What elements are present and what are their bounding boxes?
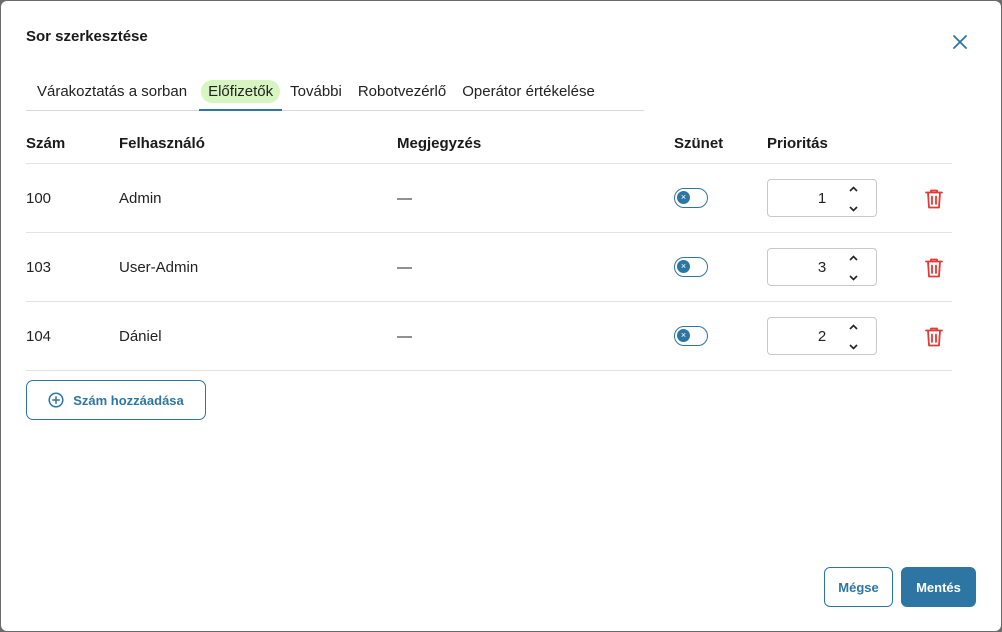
- table-row: 103 User-Admin — × 3: [26, 233, 952, 302]
- table-row: 100 Admin — × 1: [26, 164, 952, 233]
- add-number-button[interactable]: Szám hozzáadása: [26, 380, 206, 420]
- tab-operator-rating[interactable]: Operátor értékelése: [454, 77, 603, 110]
- table-header: Szám Felhasználó Megjegyzés Szünet Prior…: [26, 125, 952, 164]
- tab-robot-control[interactable]: Robotvezérlő: [350, 77, 454, 110]
- chevron-down-icon[interactable]: [848, 206, 858, 212]
- close-button[interactable]: [949, 31, 971, 53]
- trash-icon: [925, 189, 943, 208]
- edit-queue-dialog: Sor szerkesztése Várakoztatás a sorban E…: [1, 1, 1001, 631]
- pause-toggle[interactable]: ×: [674, 326, 708, 346]
- row-number: 104: [26, 327, 52, 345]
- tab-label: Robotvezérlő: [357, 83, 447, 100]
- column-header-note: Megjegyzés: [397, 135, 482, 152]
- save-button[interactable]: Mentés: [901, 567, 976, 607]
- tab-label: Előfizetők: [201, 80, 281, 103]
- subscribers-table: Szám Felhasználó Megjegyzés Szünet Prior…: [26, 125, 952, 371]
- priority-value: 1: [817, 189, 827, 207]
- chevron-down-icon[interactable]: [848, 344, 858, 350]
- chevron-up-icon[interactable]: [848, 324, 858, 330]
- delete-row-button[interactable]: [924, 326, 944, 347]
- stepper-arrows[interactable]: [848, 255, 858, 281]
- row-note: —: [397, 189, 412, 207]
- cancel-button[interactable]: Mégse: [824, 567, 893, 607]
- tab-subscribers[interactable]: Előfizetők: [199, 77, 283, 111]
- row-user: Dániel: [119, 327, 162, 345]
- column-header-user: Felhasználó: [119, 135, 205, 152]
- column-header-priority: Prioritás: [767, 135, 828, 152]
- row-note: —: [397, 327, 412, 345]
- row-user: Admin: [119, 189, 162, 207]
- tab-label: Várakoztatás a sorban: [37, 83, 188, 100]
- pause-toggle[interactable]: ×: [674, 188, 708, 208]
- delete-row-button[interactable]: [924, 188, 944, 209]
- toggle-off-icon: ×: [677, 191, 690, 204]
- tab-label: További: [290, 83, 342, 100]
- chevron-up-icon[interactable]: [848, 255, 858, 261]
- add-number-label: Szám hozzáadása: [73, 392, 184, 408]
- priority-stepper[interactable]: 1: [767, 179, 877, 217]
- plus-circle-icon: [48, 392, 64, 408]
- trash-icon: [925, 327, 943, 346]
- dialog-title: Sor szerkesztése: [26, 28, 148, 45]
- column-header-number: Szám: [26, 135, 66, 152]
- stepper-arrows[interactable]: [848, 186, 858, 212]
- priority-value: 3: [817, 258, 827, 276]
- stepper-arrows[interactable]: [848, 324, 858, 350]
- toggle-off-icon: ×: [677, 329, 690, 342]
- close-icon: [953, 35, 967, 49]
- tab-queueing[interactable]: Várakoztatás a sorban: [26, 77, 199, 110]
- column-header-pause: Szünet: [674, 135, 724, 152]
- priority-stepper[interactable]: 2: [767, 317, 877, 355]
- chevron-up-icon[interactable]: [848, 186, 858, 192]
- row-note: —: [397, 258, 412, 276]
- row-number: 103: [26, 258, 52, 276]
- tab-bar: Várakoztatás a sorban Előfizetők További…: [26, 77, 644, 111]
- trash-icon: [925, 258, 943, 277]
- row-user: User-Admin: [119, 258, 199, 276]
- row-number: 100: [26, 189, 52, 207]
- table-row: 104 Dániel — × 2: [26, 302, 952, 371]
- pause-toggle[interactable]: ×: [674, 257, 708, 277]
- priority-stepper[interactable]: 3: [767, 248, 877, 286]
- priority-value: 2: [817, 327, 827, 345]
- tab-label: Operátor értékelése: [462, 83, 595, 100]
- tab-more[interactable]: További: [282, 77, 350, 110]
- chevron-down-icon[interactable]: [848, 275, 858, 281]
- delete-row-button[interactable]: [924, 257, 944, 278]
- toggle-off-icon: ×: [677, 260, 690, 273]
